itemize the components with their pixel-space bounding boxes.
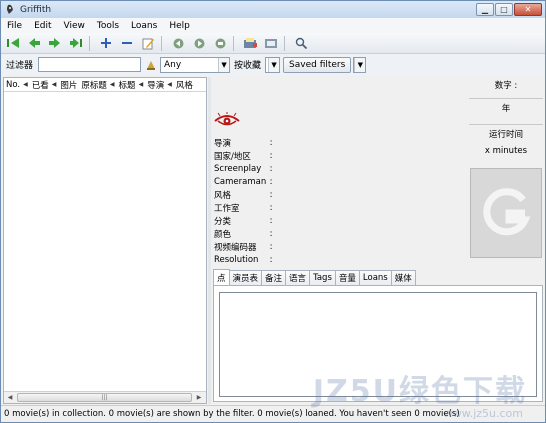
seen-eye-icon[interactable] [214,112,240,128]
tab-language[interactable]: 语言 [285,270,311,285]
detail-tabs: 点 演员表 备注 语言 Tags 音量 Loans 媒体 [213,269,416,285]
tab-notes[interactable]: 备注 [261,270,287,285]
app-window: Griffith ▁ □ ✕ File Edit View Tools Loan… [0,0,546,423]
runtime-label: 运行时间 [488,130,523,140]
sort-select[interactable]: ▼ [265,56,281,73]
toolbar-separator [284,35,285,51]
field-studio: 工作室: [214,202,273,214]
plot-text-area[interactable] [219,292,537,397]
runtime-value: x minutes [484,146,528,156]
sync-icon[interactable] [190,35,208,51]
column-genre[interactable]: 风格 [174,79,195,91]
field-resolution: Resolution: [214,254,273,265]
window-title: Griffith [20,4,52,15]
search-icon[interactable] [292,35,310,51]
tab-plot[interactable]: 点 [213,269,230,285]
filter-bar: 过滤器 Any ▼ 按收藏 ▼ Saved filters ▼ [1,54,545,75]
criteria-value: Any [164,59,182,70]
field-color: 颜色: [214,228,273,240]
menu-view[interactable]: View [58,21,91,31]
last-icon[interactable] [67,35,85,51]
column-original-title[interactable]: 原标题 ◀ [79,79,116,91]
menu-edit[interactable]: Edit [28,21,57,31]
column-image[interactable]: 图片 [58,79,79,91]
remove-icon[interactable] [118,35,136,51]
movie-list[interactable]: No. ◀ 已看 ◀ 图片 原标题 ◀ 标题 ◀ 导演 ◀ 风格 ◀ ||| ▶ [3,77,207,404]
menu-bar: File Edit View Tools Loans Help [1,18,545,33]
field-country: 国家/地区: [214,150,273,162]
chevron-down-icon: ▼ [268,57,280,72]
tab-cast[interactable]: 演员表 [228,270,263,285]
tab-loans[interactable]: Loans [358,270,392,285]
year-label: 年 [501,104,511,114]
poster-image[interactable] [470,168,542,258]
field-screenplay: Screenplay: [214,163,273,174]
export-icon[interactable] [211,35,229,51]
field-classification: 分类: [214,215,273,227]
griffith-logo-icon [483,188,531,236]
filter-label: 过滤器 [6,61,34,71]
details-pane: 导演: 国家/地区: Screenplay: Cameraman: 风格: 工作… [211,77,545,404]
menu-help[interactable]: Help [163,21,196,31]
filter-icon[interactable] [262,35,280,51]
saved-filters-dropdown[interactable]: ▼ [353,56,367,73]
scroll-right-icon[interactable]: ▶ [193,392,205,403]
toolbar [1,33,545,54]
divider [469,124,543,125]
field-genre: 风格: [214,189,273,201]
list-header: No. ◀ 已看 ◀ 图片 原标题 ◀ 标题 ◀ 导演 ◀ 风格 [4,78,206,92]
field-director: 导演: [214,137,273,149]
tab-tags[interactable]: Tags [309,270,336,285]
status-bar: 0 movie(s) in collection. 0 movie(s) are… [1,405,545,422]
tab-panel [213,285,543,402]
edit-icon[interactable] [139,35,157,51]
toolbar-separator [89,35,90,51]
maximize-button[interactable]: □ [495,3,513,16]
filter-input[interactable] [38,57,142,72]
tab-media[interactable]: 媒体 [390,270,416,285]
sort-label: 按收藏 [234,61,262,71]
column-title[interactable]: 标题 ◀ [117,79,146,91]
app-icon [7,4,13,14]
close-button[interactable]: ✕ [514,3,542,16]
toolbar-separator [233,35,234,51]
horizontal-scrollbar[interactable]: ◀ ||| ▶ [4,391,206,403]
menu-loans[interactable]: Loans [125,21,163,31]
tab-volume[interactable]: 音量 [334,270,360,285]
scroll-left-icon[interactable]: ◀ [4,392,16,403]
chevron-down-icon: ▼ [354,57,366,72]
column-number[interactable]: No. ◀ [4,80,30,90]
scroll-thumb[interactable]: ||| [17,393,192,402]
prev-icon[interactable] [25,35,43,51]
column-director[interactable]: 导演 ◀ [145,79,174,91]
refresh-icon[interactable] [169,35,187,51]
divider [469,98,543,99]
chevron-down-icon: ▼ [218,57,230,72]
add-icon[interactable] [97,35,115,51]
title-bar: Griffith ▁ □ ✕ [1,1,545,18]
toolbar-separator [161,35,162,51]
field-video-codec: 视频编码器: [214,241,273,253]
column-seen[interactable]: 已看 ◀ [30,79,59,91]
criteria-select[interactable]: Any ▼ [160,56,231,73]
minimize-button[interactable]: ▁ [476,3,494,16]
menu-file[interactable]: File [1,21,28,31]
next-icon[interactable] [46,35,64,51]
first-icon[interactable] [4,35,22,51]
field-cameraman: Cameraman: [214,176,273,187]
clear-filter-icon[interactable] [144,57,158,73]
number-label: 数字 : [494,81,518,91]
menu-tools[interactable]: Tools [91,21,125,31]
print-icon[interactable] [241,35,259,51]
saved-filters-button[interactable]: Saved filters [283,56,352,73]
